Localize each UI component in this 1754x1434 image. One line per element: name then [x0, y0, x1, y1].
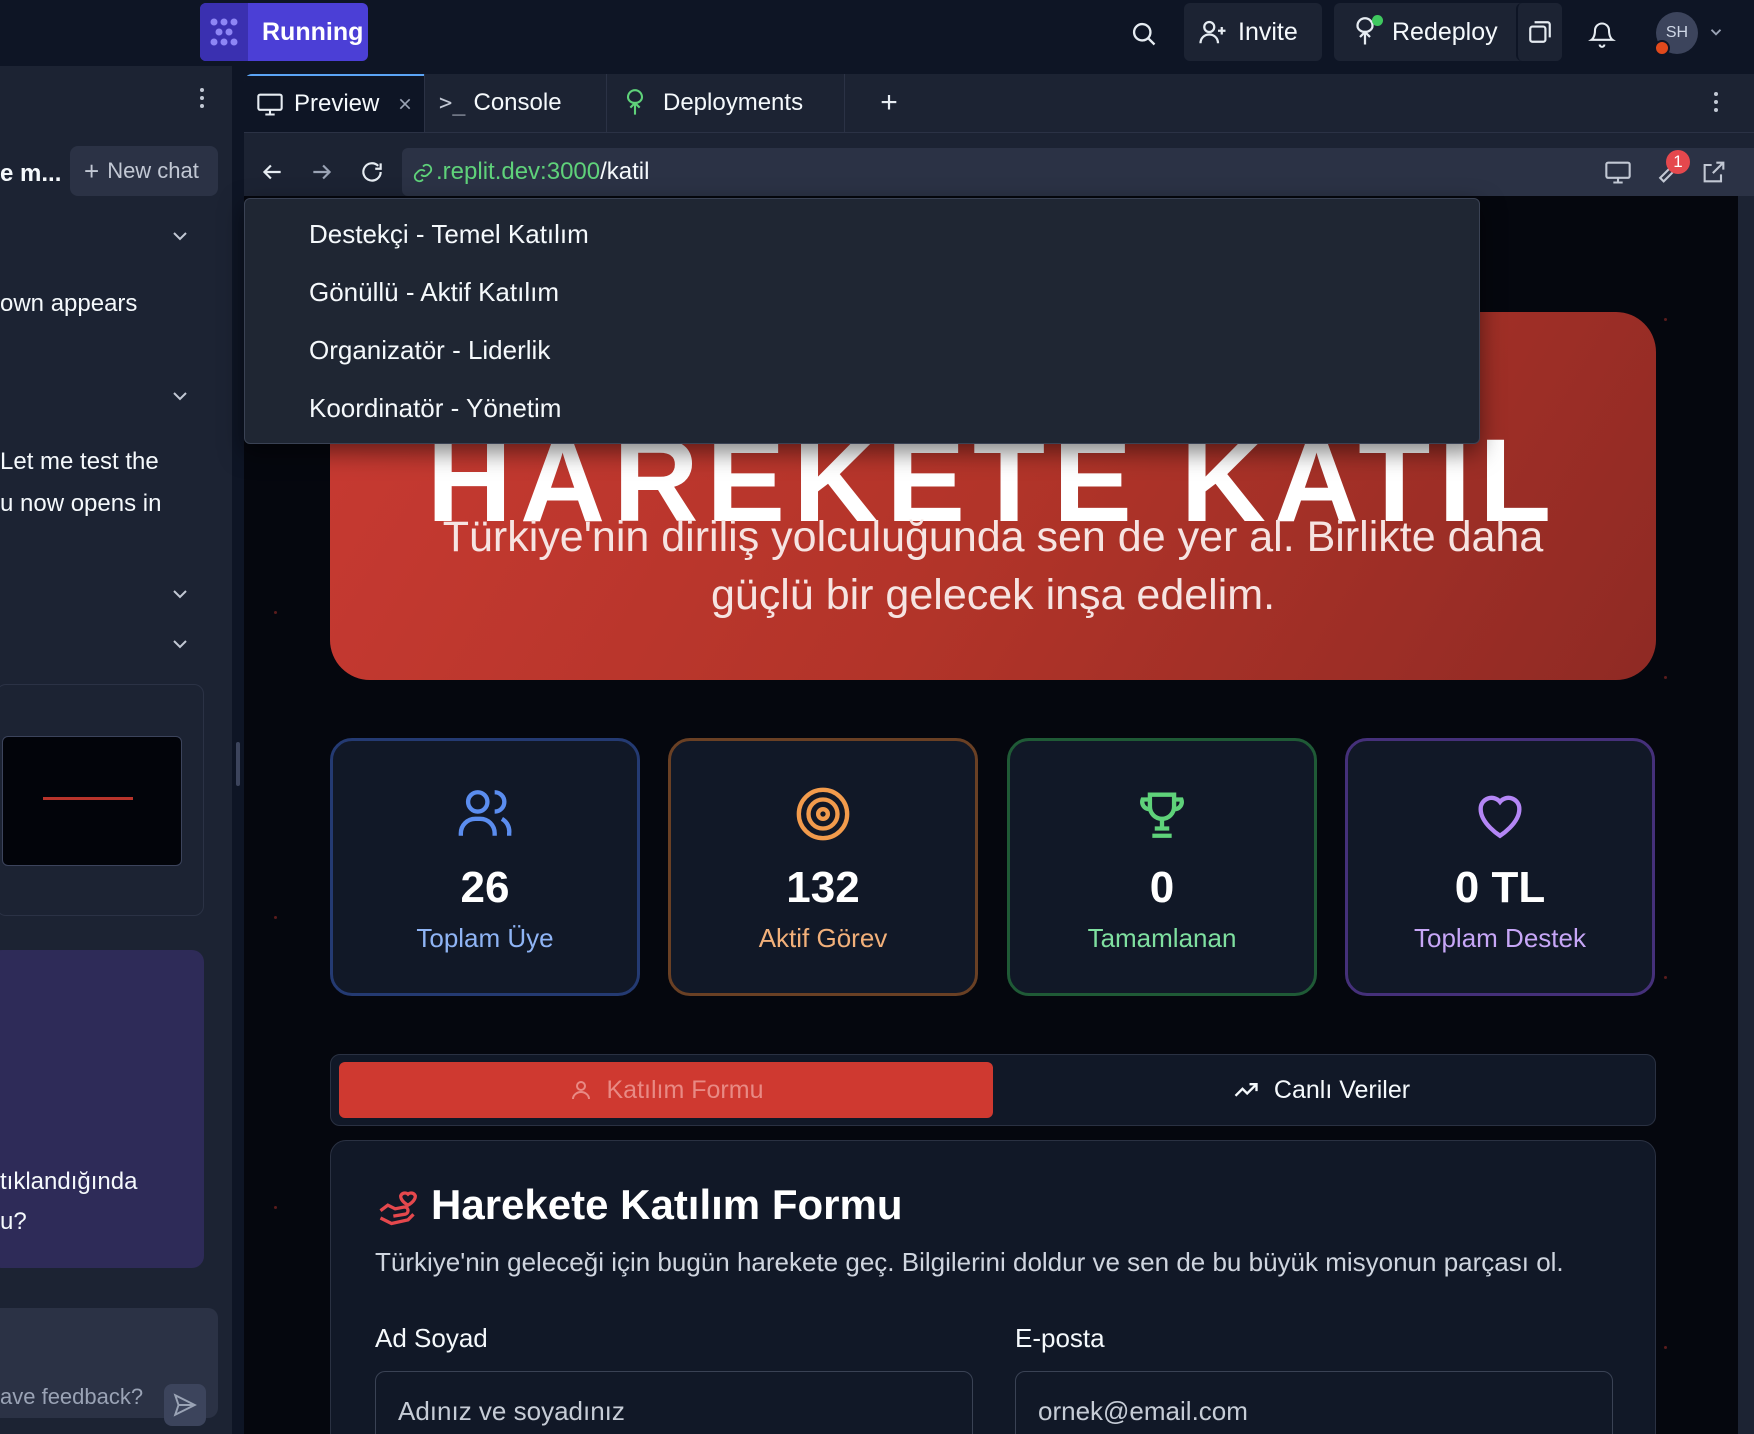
monitor-icon: [257, 93, 283, 116]
screenshot-thumbnail[interactable]: [2, 736, 182, 866]
url-text: .replit.dev:3000/katil: [436, 158, 649, 186]
new-tab-plus-icon[interactable]: +: [864, 74, 914, 132]
redeploy-label: Redeploy: [1392, 17, 1498, 46]
tab-label: Preview: [294, 90, 380, 117]
tab-deployments[interactable]: Deployments: [607, 74, 837, 132]
tab-preview[interactable]: Preview: [244, 74, 424, 132]
chevron-down-icon[interactable]: [168, 582, 192, 606]
chevron-down-icon[interactable]: [168, 224, 192, 248]
run-button[interactable]: Running: [200, 3, 368, 61]
link-icon: [413, 163, 433, 183]
copy-icon: [1529, 21, 1551, 43]
participation-form-card: Harekete Katılım Formu Türkiye'nin gelec…: [330, 1140, 1656, 1434]
stat-label: Aktif Görev: [758, 923, 888, 953]
dropdown-option[interactable]: Organizatör - Liderlik: [309, 335, 550, 366]
name-input[interactable]: Adınız ve soyadınız: [375, 1371, 973, 1434]
devtools-wrench-icon[interactable]: 1: [1642, 148, 1690, 196]
hero-subtitle: Türkiye'nin diriliş yolculuğunda sen de …: [442, 513, 1544, 619]
stat-value: 0: [1149, 863, 1175, 912]
user-icon: [571, 1081, 590, 1100]
form-description: Türkiye'nin geleceği için bugün harekete…: [375, 1247, 1564, 1277]
tab-label: Deployments: [663, 89, 804, 116]
replit-logo-icon: [200, 3, 248, 61]
participation-type-dropdown: Destekçi - Temel Katılım Gönüllü - Aktif…: [244, 198, 1480, 444]
send-button[interactable]: [164, 1384, 206, 1426]
dropdown-option[interactable]: Gönüllü - Aktif Katılım: [309, 277, 559, 308]
url-bar[interactable]: .replit.dev:3000/katil: [402, 148, 1754, 196]
form-title: Harekete Katılım Formu: [431, 1181, 903, 1228]
back-arrow-icon[interactable]: [248, 148, 296, 196]
new-chat-button[interactable]: + New chat: [70, 146, 218, 196]
stat-card-completed: 0 Tamamlanan: [1007, 738, 1317, 996]
pane-menu-icon[interactable]: [1706, 86, 1726, 118]
tab-label: Canlı Veriler: [1273, 1075, 1411, 1104]
stat-value: 132: [786, 863, 860, 912]
name-label: Ad Soyad: [375, 1323, 488, 1353]
tab-console[interactable]: >_ Console: [425, 74, 601, 132]
stat-card-tasks: 132 Aktif Görev: [668, 738, 978, 996]
invite-button[interactable]: Invite: [1184, 3, 1322, 61]
tab-label: Console: [473, 89, 562, 116]
devtools-error-badge: 1: [1666, 150, 1690, 174]
email-input[interactable]: ornek@email.com: [1015, 1371, 1613, 1434]
stat-label: Tamamlanan: [1087, 923, 1237, 953]
chat-message-text: Let me test the: [0, 448, 159, 475]
devices-icon[interactable]: [1594, 148, 1642, 196]
heart-icon: [1348, 785, 1652, 845]
url-path: /katil: [600, 158, 650, 185]
stat-value: 0 TL: [1454, 863, 1546, 912]
plus-icon: +: [84, 155, 100, 186]
close-icon[interactable]: [397, 96, 413, 112]
user-message-text: u?: [0, 1208, 27, 1235]
panel-menu-icon[interactable]: [192, 82, 212, 114]
user-message-bubble: tıklandığında u?: [0, 950, 204, 1268]
helping-hand-icon: [379, 1191, 417, 1226]
chat-input-placeholder: ave feedback?: [0, 1384, 144, 1409]
email-label: E-posta: [1015, 1323, 1105, 1353]
open-external-icon[interactable]: [1690, 148, 1738, 196]
add-user-icon: [1199, 20, 1226, 44]
deploy-icon: [626, 89, 644, 115]
chat-message-text: u now opens in: [0, 490, 162, 517]
reload-icon[interactable]: [348, 148, 396, 196]
trending-up-icon: [1234, 1083, 1258, 1097]
form-tabs: Katılım Formu Canlı Veriler: [330, 1054, 1656, 1126]
stat-value: 26: [460, 863, 510, 912]
search-icon[interactable]: [1124, 14, 1164, 54]
chevron-down-icon[interactable]: [1704, 20, 1728, 44]
chat-message-text: own appears: [0, 290, 138, 317]
panel-resize-handle[interactable]: [236, 742, 240, 786]
users-icon: [333, 785, 637, 845]
stat-card-support: 0 TL Toplam Destek: [1345, 738, 1655, 996]
trophy-icon: [1010, 785, 1314, 845]
target-icon: [671, 785, 975, 845]
notifications-bell-icon[interactable]: [1582, 14, 1622, 54]
user-message-text: tıklandığında: [0, 1168, 138, 1195]
new-chat-label: New chat: [107, 158, 199, 183]
tabbar-divider: [244, 132, 1754, 133]
tab-canli-veriler[interactable]: Canlı Veriler: [993, 1062, 1649, 1118]
chat-title: e m...: [0, 160, 62, 187]
stat-label: Toplam Destek: [1414, 923, 1586, 953]
dropdown-option[interactable]: Destekçi - Temel Katılım: [309, 219, 589, 250]
tab-label: Katılım Formu: [606, 1075, 764, 1104]
stat-label: Toplam Üye: [416, 923, 554, 953]
terminal-icon: >_: [439, 90, 466, 116]
invite-label: Invite: [1238, 17, 1298, 46]
tab-divider: [844, 74, 845, 132]
chevron-down-icon[interactable]: [168, 384, 192, 408]
forward-arrow-icon[interactable]: [298, 148, 346, 196]
dropdown-option[interactable]: Koordinatör - Yönetim: [309, 393, 561, 424]
ai-chat-panel: e m... + New chat own appears Let me tes…: [0, 66, 232, 1434]
run-button-label: Running: [262, 17, 364, 46]
deploy-menu-button[interactable]: [1516, 3, 1562, 61]
stat-card-members: 26 Toplam Üye: [330, 738, 640, 996]
avatar-status-badge: [1654, 40, 1670, 56]
top-bar: Running Invite Redeploy SH: [0, 0, 1754, 66]
chevron-down-icon[interactable]: [168, 632, 192, 656]
deploy-status-dot: [1372, 15, 1383, 26]
send-icon: [173, 1393, 197, 1417]
url-host: .replit.dev:3000: [436, 158, 601, 185]
tab-katilim-formu[interactable]: Katılım Formu: [339, 1062, 993, 1118]
